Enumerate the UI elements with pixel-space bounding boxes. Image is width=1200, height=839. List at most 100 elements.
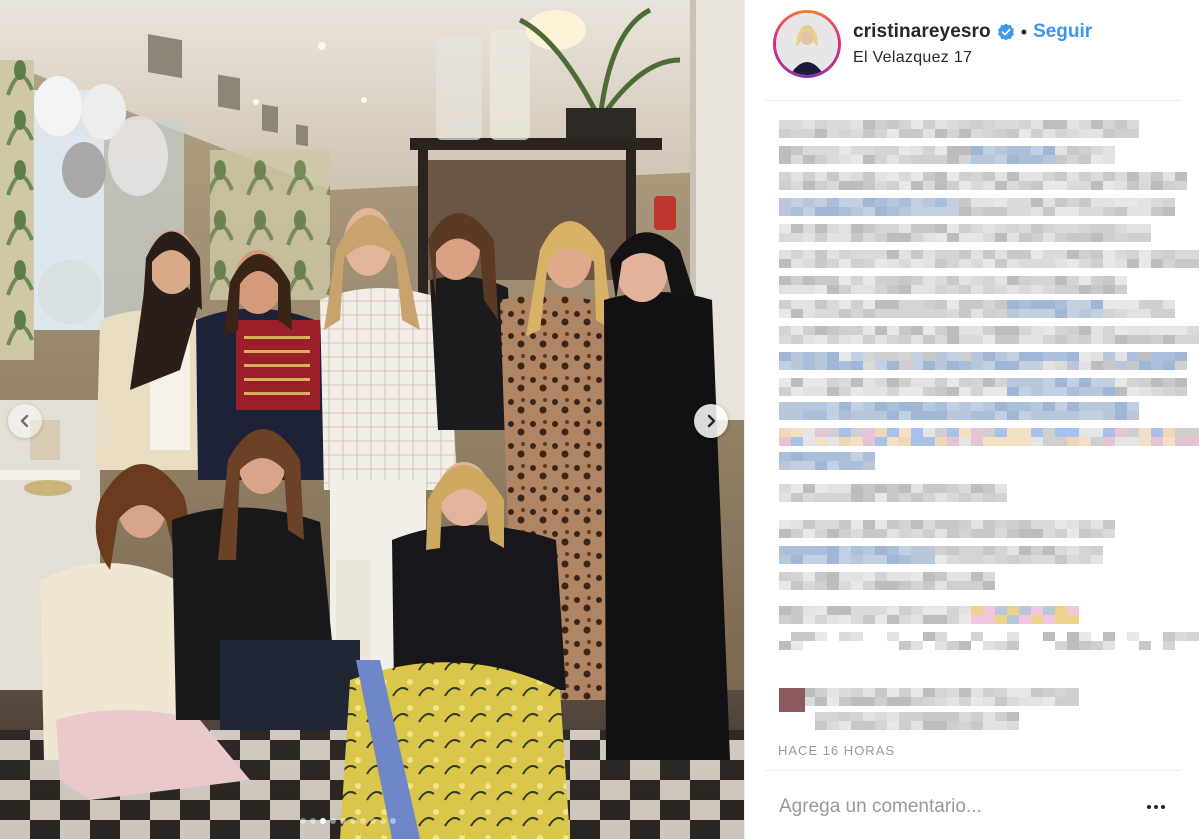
blurred-text-pixel bbox=[1187, 335, 1199, 344]
blurred-text-pixel bbox=[899, 309, 911, 318]
blurred-text-pixel bbox=[1031, 198, 1043, 207]
carousel-prev-button[interactable] bbox=[8, 404, 42, 438]
blurred-text-pixel bbox=[815, 250, 827, 259]
blurred-text-pixel bbox=[803, 250, 815, 259]
carousel-next-button[interactable] bbox=[694, 404, 728, 438]
blurred-text-pixel bbox=[1007, 326, 1019, 335]
blurred-text-pixel bbox=[1091, 198, 1103, 207]
blurred-text-pixel bbox=[779, 181, 791, 190]
blurred-text-pixel bbox=[1007, 285, 1019, 294]
blurred-text-pixel bbox=[863, 615, 875, 624]
blurred-text-pixel bbox=[923, 259, 935, 268]
blurred-text-pixel bbox=[827, 712, 839, 721]
blurred-text-pixel bbox=[1019, 688, 1031, 697]
blurred-text-pixel bbox=[1175, 437, 1187, 446]
blurred-text-pixel bbox=[1079, 411, 1091, 420]
blurred-text-pixel bbox=[791, 520, 803, 529]
blurred-text-pixel bbox=[839, 378, 851, 387]
blurred-text-pixel bbox=[815, 520, 827, 529]
blurred-text-pixel bbox=[779, 155, 791, 164]
blurred-text-pixel bbox=[911, 529, 923, 538]
blurred-text-pixel bbox=[1055, 378, 1067, 387]
blurred-text-pixel bbox=[863, 493, 875, 502]
blurred-text-pixel bbox=[947, 120, 959, 129]
comment-input[interactable] bbox=[779, 796, 1119, 818]
blurred-text-pixel bbox=[983, 155, 995, 164]
blurred-text-pixel bbox=[983, 546, 995, 555]
blurred-text-pixel bbox=[923, 326, 935, 335]
blurred-text-pixel bbox=[1067, 146, 1079, 155]
post-photo[interactable] bbox=[0, 0, 744, 839]
blurred-text-pixel bbox=[1019, 387, 1031, 396]
blurred-text-pixel bbox=[1127, 326, 1139, 335]
blurred-text-pixel bbox=[1163, 207, 1175, 216]
blurred-text-pixel bbox=[791, 572, 803, 581]
blurred-text-pixel bbox=[887, 387, 899, 396]
carousel-dot bbox=[390, 818, 396, 824]
blurred-text-pixel bbox=[803, 452, 815, 461]
blurred-text-pixel bbox=[875, 181, 887, 190]
blurred-text-pixel bbox=[983, 721, 995, 730]
more-options-icon[interactable] bbox=[1143, 801, 1169, 813]
blurred-text-pixel bbox=[1007, 155, 1019, 164]
blurred-text-pixel bbox=[1115, 224, 1127, 233]
blurred-text-pixel bbox=[995, 641, 1007, 650]
blurred-text-pixel bbox=[1007, 529, 1019, 538]
blurred-text-pixel bbox=[959, 688, 971, 697]
blurred-text-pixel bbox=[1055, 146, 1067, 155]
blurred-text-pixel bbox=[839, 285, 851, 294]
blurred-text-pixel bbox=[815, 224, 827, 233]
blurred-text-pixel bbox=[1139, 326, 1151, 335]
blurred-text-pixel bbox=[887, 250, 899, 259]
blurred-text-pixel bbox=[1091, 207, 1103, 216]
blurred-text-pixel bbox=[995, 155, 1007, 164]
blurred-text-pixel bbox=[959, 361, 971, 370]
blurred-text-pixel bbox=[935, 250, 947, 259]
blurred-text-pixel bbox=[1067, 224, 1079, 233]
blurred-text-pixel bbox=[863, 387, 875, 396]
blurred-text-pixel bbox=[1079, 437, 1091, 446]
blurred-text-pixel bbox=[995, 250, 1007, 259]
blurred-text-pixel bbox=[1103, 120, 1115, 129]
blurred-text-pixel bbox=[1151, 387, 1163, 396]
blurred-text-pixel bbox=[983, 437, 995, 446]
blurred-text-pixel bbox=[935, 146, 947, 155]
blurred-text-pixel bbox=[779, 326, 791, 335]
blurred-text-pixel bbox=[995, 181, 1007, 190]
blurred-text-pixel bbox=[899, 484, 911, 493]
blurred-text-pixel bbox=[1091, 155, 1103, 164]
blurred-text-pixel bbox=[839, 361, 851, 370]
blurred-text-pixel bbox=[1031, 402, 1043, 411]
blurred-text-pixel bbox=[1079, 529, 1091, 538]
blurred-text-pixel bbox=[839, 428, 851, 437]
blurred-text-pixel bbox=[1151, 361, 1163, 370]
blurred-text-pixel bbox=[995, 615, 1007, 624]
blurred-text-pixel bbox=[887, 335, 899, 344]
blurred-text-pixel bbox=[1175, 259, 1187, 268]
blurred-text-pixel bbox=[1079, 285, 1091, 294]
blurred-text-pixel bbox=[899, 387, 911, 396]
blurred-text-pixel bbox=[923, 428, 935, 437]
blurred-text-pixel bbox=[1187, 428, 1199, 437]
blurred-text-pixel bbox=[875, 146, 887, 155]
blurred-text-pixel bbox=[1055, 546, 1067, 555]
blurred-text-pixel bbox=[851, 120, 863, 129]
blurred-text-pixel bbox=[995, 361, 1007, 370]
blurred-text-pixel bbox=[983, 335, 995, 344]
blurred-text-pixel bbox=[923, 146, 935, 155]
blurred-text-pixel bbox=[935, 615, 947, 624]
blurred-text-pixel bbox=[923, 484, 935, 493]
blurred-text-pixel bbox=[1175, 632, 1187, 641]
blurred-text-pixel bbox=[887, 224, 899, 233]
blurred-text-pixel bbox=[1031, 309, 1043, 318]
blurred-text-pixel bbox=[1007, 352, 1019, 361]
add-comment-bar bbox=[779, 796, 1169, 818]
blurred-text-pixel bbox=[923, 129, 935, 138]
blurred-text-pixel bbox=[1019, 276, 1031, 285]
blurred-text-pixel bbox=[1055, 224, 1067, 233]
blurred-text-pixel bbox=[863, 146, 875, 155]
blurred-text-pixel bbox=[971, 326, 983, 335]
blurred-text-pixel bbox=[971, 437, 983, 446]
blurred-text-pixel bbox=[1043, 411, 1055, 420]
blurred-text-pixel bbox=[779, 120, 791, 129]
